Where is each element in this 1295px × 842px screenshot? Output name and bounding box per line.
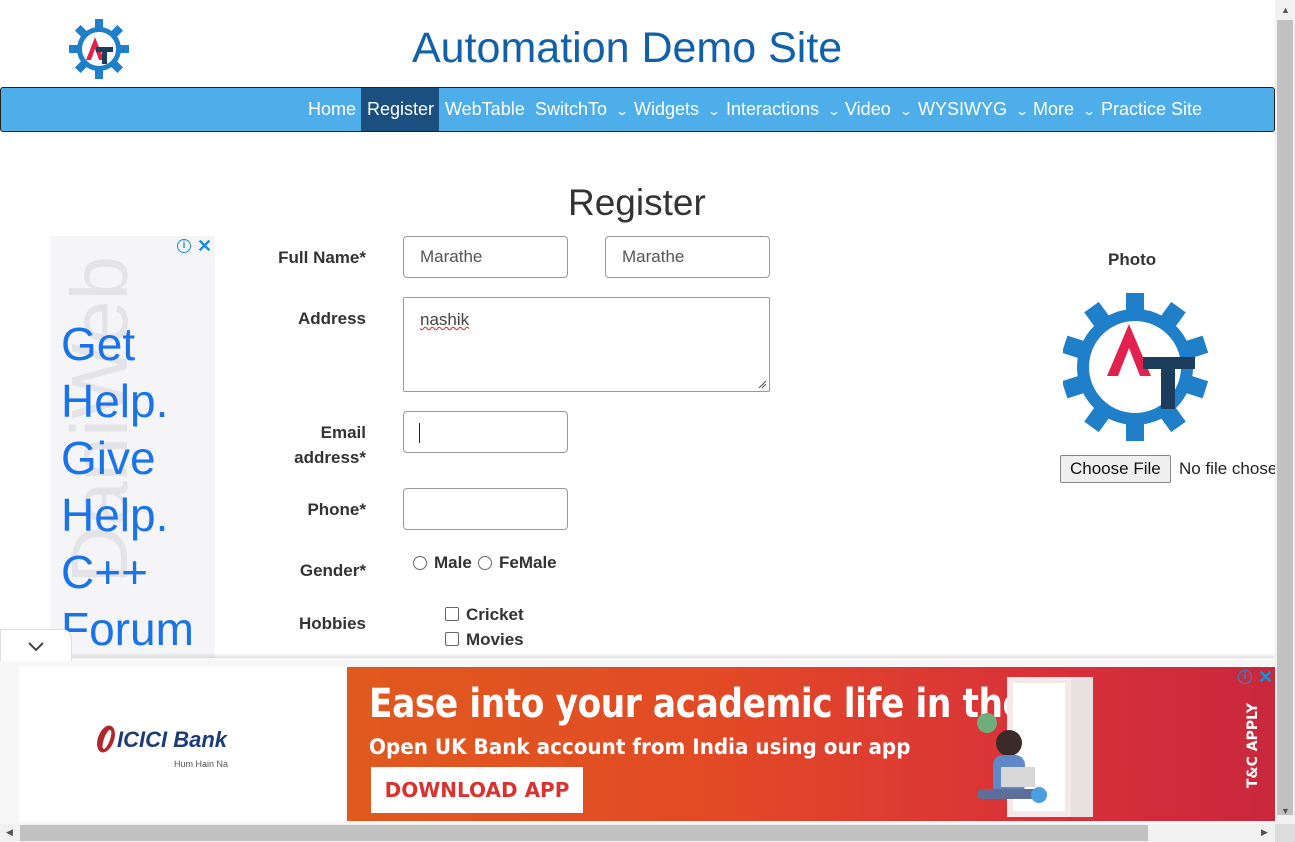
hobby-cricket-checkbox[interactable] — [445, 607, 459, 621]
scroll-right-arrow-icon[interactable]: ▶ — [1261, 827, 1268, 838]
text-caret — [419, 423, 420, 443]
email-input[interactable] — [403, 411, 568, 453]
horizontal-scrollbar-thumb[interactable] — [20, 825, 1148, 841]
first-name-input[interactable] — [403, 236, 568, 278]
nav-label: Video — [845, 99, 891, 119]
gender-male-radio[interactable] — [413, 556, 427, 570]
download-app-button[interactable]: DOWNLOAD APP — [371, 767, 583, 813]
address-value: nashik — [420, 310, 470, 329]
chevron-down-icon: ⌄ — [898, 104, 913, 118]
main-nav: Home Register WebTable SwitchTo ⌄ Widgets… — [0, 87, 1275, 132]
scrollbar-corner — [1275, 824, 1295, 842]
banner-subline: Open UK Bank account from India using ou… — [369, 735, 911, 759]
nav-video[interactable]: Video ⌄ — [839, 88, 917, 131]
nav-practice-site[interactable]: Practice Site — [1095, 88, 1208, 131]
ad-close-icon[interactable]: ✕ — [197, 237, 212, 255]
chevron-down-icon: ⌄ — [707, 104, 722, 118]
nav-home[interactable]: Home — [302, 88, 362, 131]
scroll-left-arrow-icon[interactable]: ◀ — [6, 827, 13, 838]
ad-info-icon[interactable]: i — [177, 239, 191, 253]
nav-label: More — [1033, 99, 1075, 119]
hobbies-label: Hobbies — [298, 614, 366, 633]
photo-label: Photo — [1108, 250, 1157, 269]
bottom-ad-container: ICICI Bank Hum Hain Na Ease into your ac… — [0, 658, 1275, 824]
choose-file-button[interactable]: Choose File — [1060, 455, 1171, 483]
last-name-input[interactable] — [605, 236, 770, 278]
terms-disclaimer: T&C APPLY — [1245, 703, 1261, 789]
icici-logo-icon — [97, 725, 115, 753]
hobby-cricket-label: Cricket — [466, 605, 524, 624]
ad-line: Get — [61, 318, 136, 370]
scroll-up-arrow-icon[interactable]: ▲ — [1281, 5, 1290, 15]
nav-label: Interactions — [726, 99, 820, 119]
nav-webtable[interactable]: WebTable — [439, 88, 531, 131]
nav-interactions[interactable]: Interactions ⌄ — [720, 88, 845, 131]
advertiser-name: ICICI Bank — [117, 727, 228, 752]
ad-line: Help. — [61, 489, 169, 541]
ad-line: Give — [61, 432, 156, 484]
gender-female-label: FeMale — [499, 553, 557, 572]
full-name-label: Full Name* — [278, 248, 366, 267]
gender-label: Gender* — [299, 561, 366, 580]
email-label: Email address* — [216, 420, 366, 470]
advertiser-tagline: Hum Hain Na — [174, 759, 229, 769]
nav-register[interactable]: Register — [361, 88, 439, 131]
ad-close-icon[interactable]: ✕ — [1258, 668, 1273, 686]
nav-label: WYSIWYG — [918, 99, 1007, 119]
email-label-line: address* — [294, 448, 366, 467]
ad-line: Forum — [61, 603, 194, 655]
page-title: Register — [568, 182, 706, 223]
chevron-down-icon: ⌄ — [1082, 104, 1097, 118]
resize-grip-icon[interactable] — [757, 379, 767, 389]
nav-switchto[interactable]: SwitchTo ⌄ — [529, 88, 633, 131]
nav-more[interactable]: More ⌄ — [1027, 88, 1100, 131]
nav-label: WebTable — [445, 99, 525, 119]
hobby-movies-checkbox[interactable] — [445, 632, 459, 646]
nav-label: Home — [308, 99, 357, 119]
phone-label: Phone* — [307, 500, 366, 519]
address-label: Address — [297, 309, 366, 328]
nav-label: SwitchTo — [535, 99, 608, 119]
vertical-scrollbar-thumb[interactable] — [1277, 20, 1293, 815]
file-status-text: No file chosen — [1179, 459, 1275, 478]
ad-info-icon[interactable]: i — [1238, 670, 1252, 684]
bottom-banner-ad[interactable]: ICICI Bank Hum Hain Na Ease into your ac… — [19, 667, 1275, 821]
email-label-line: Email — [320, 423, 366, 442]
site-title: Automation Demo Site — [412, 24, 843, 72]
phone-input[interactable] — [403, 488, 568, 530]
scroll-down-arrow-icon[interactable]: ▼ — [1281, 806, 1290, 816]
profile-photo-logo-icon — [1063, 293, 1209, 441]
ad-line: C++ — [61, 546, 148, 598]
gender-female-radio[interactable] — [478, 556, 492, 570]
nav-label: Widgets — [634, 99, 700, 119]
nav-widgets[interactable]: Widgets ⌄ — [628, 88, 725, 131]
site-logo-icon — [69, 19, 129, 79]
address-textarea[interactable]: nashik — [403, 297, 770, 392]
ad-collapse-tab[interactable] — [0, 629, 72, 661]
banner-creative: Ease into your academic life in the UK O… — [347, 667, 1275, 821]
chevron-down-icon — [28, 642, 44, 652]
banner-advertiser-panel: ICICI Bank Hum Hain Na — [19, 667, 347, 821]
nav-label: Practice Site — [1101, 99, 1203, 119]
door-illustration-icon — [977, 677, 1093, 817]
ad-line: Help. — [61, 375, 169, 427]
hobby-movies-label: Movies — [466, 630, 524, 649]
nav-wysiwyg[interactable]: WYSIWYG ⌄ — [912, 88, 1033, 131]
chevron-down-icon: ⌄ — [615, 104, 630, 118]
side-ad-text: Get Help. Give Help. C++ Forum — [61, 316, 215, 658]
nav-label: Register — [367, 99, 435, 119]
gender-male-label: Male — [434, 553, 472, 572]
side-ad[interactable]: DaniWeb Get Help. Give Help. C++ Forum — [50, 236, 215, 666]
